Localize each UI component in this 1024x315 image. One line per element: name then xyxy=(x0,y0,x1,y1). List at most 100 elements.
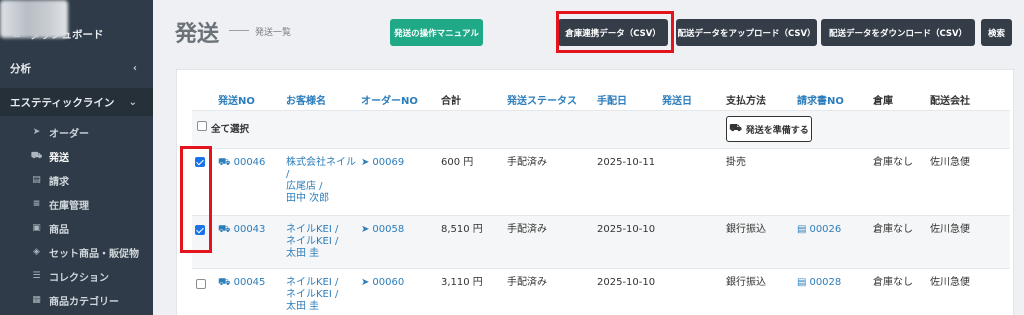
truck-icon: ⛟ xyxy=(218,224,231,235)
row-checkbox[interactable] xyxy=(196,279,206,289)
order-no-text: 00058 xyxy=(372,224,405,235)
customer-line: / xyxy=(286,169,290,180)
list-icon: ☰ xyxy=(32,271,41,281)
header-total: 合計 xyxy=(441,96,461,107)
sidebar-item-label: オーダー xyxy=(49,128,89,140)
page-title: 発送 xyxy=(175,22,220,47)
order-no-link[interactable]: ➤ 00060 xyxy=(361,277,404,289)
chevron-left-icon: ‹ xyxy=(132,62,137,74)
sidebar-item-order[interactable]: ➤ オーダー xyxy=(0,122,153,142)
payment-cell: 銀行振込 xyxy=(726,277,766,288)
status-cell: 手配済み xyxy=(507,157,547,168)
total-cell: 600 円 xyxy=(441,157,474,168)
sidebar-item-analysis[interactable]: 分析 ‹ xyxy=(0,60,153,76)
prepare-shipment-label: 発送を準備する xyxy=(745,125,809,136)
order-no-text: 00060 xyxy=(372,277,405,288)
select-all-row xyxy=(192,111,1010,148)
invoice-no-text: 00028 xyxy=(809,277,842,288)
arrange-date-cell: 2025-10-11 xyxy=(597,157,656,168)
order-no-link[interactable]: ➤ 00069 xyxy=(361,157,404,169)
ship-no-text: 00045 xyxy=(233,277,266,288)
carrier-cell: 佐川急便 xyxy=(930,157,970,168)
customer-link[interactable]: ネイルKEI / ネイルKEI / 太田 圭 xyxy=(286,277,338,313)
divider xyxy=(192,268,1010,269)
download-csv-button[interactable]: 配送データをダウンロード（CSV） xyxy=(821,19,975,46)
total-cell: 3,110 円 xyxy=(441,277,483,288)
warehouse-cell: 倉庫なし xyxy=(873,157,913,168)
ship-no-link[interactable]: ⛟ 00046 xyxy=(218,157,265,169)
category-icon: ▦ xyxy=(32,295,41,305)
invoice-no-text: 00026 xyxy=(809,224,842,235)
sidebar-item-products[interactable]: ▣ 商品 xyxy=(0,218,153,238)
status-cell: 手配済み xyxy=(507,224,547,235)
layers-icon: ◈ xyxy=(33,247,40,257)
manual-button[interactable]: 発送の操作マニュアル xyxy=(390,19,483,46)
sidebar-item-label: 発送 xyxy=(49,152,69,164)
header-customer[interactable]: お客様名 xyxy=(286,92,326,107)
ship-no-link[interactable]: ⛟ 00043 xyxy=(218,224,265,236)
header-ship-no[interactable]: 発送NO xyxy=(218,92,255,107)
sidebar-section-label: エステティックライン xyxy=(10,96,115,109)
header-invoice-no[interactable]: 請求書NO xyxy=(797,92,844,107)
ship-no-text: 00043 xyxy=(233,224,266,235)
customer-line: 広尾店 / xyxy=(286,181,323,192)
sidebar-item-set-products[interactable]: ◈ セット商品・販促物 xyxy=(0,242,153,262)
sidebar-item-label: セット商品・販促物 xyxy=(49,248,139,260)
prepare-shipment-button[interactable]: ⛟ 発送を準備する xyxy=(726,116,812,142)
sidebar-item-shipping[interactable]: ⛟ 発送 xyxy=(0,146,153,166)
sidebar-item-label: 商品カテゴリー xyxy=(49,296,119,308)
carrier-cell: 佐川急便 xyxy=(930,277,970,288)
header-payment: 支払方法 xyxy=(726,96,766,107)
sidebar-section-aesthetic-line[interactable]: エステティックライン ⌄ xyxy=(0,88,153,116)
customer-line: ネイルKEI / xyxy=(286,277,339,288)
order-no-link[interactable]: ➤ 00058 xyxy=(361,224,404,236)
title-divider xyxy=(229,30,249,31)
sidebar-item-billing[interactable]: ▤ 請求 xyxy=(0,170,153,190)
header-ship-date[interactable]: 発送日 xyxy=(662,92,692,107)
sidebar: ⌂ ダッシュボード 分析 ‹ エステティックライン ⌄ ➤ オーダー ⛟ 発送 … xyxy=(0,0,153,315)
customer-line: ネイルKEI / xyxy=(286,236,339,247)
divider xyxy=(192,148,1010,149)
payment-cell: 銀行振込 xyxy=(726,224,766,235)
sidebar-item-label: 在庫管理 xyxy=(49,200,89,212)
warehouse-cell: 倉庫なし xyxy=(873,277,913,288)
document-icon: ▤ xyxy=(797,277,807,288)
customer-line: ネイルKEI / xyxy=(286,224,339,235)
header-arrange-date[interactable]: 手配日 xyxy=(597,92,627,107)
box-icon: ▣ xyxy=(32,223,41,233)
select-all-checkbox[interactable] xyxy=(197,121,207,131)
page-subtitle: 発送一覧 xyxy=(255,28,292,38)
select-all-label: 全て選択 xyxy=(211,124,250,135)
paper-plane-icon: ➤ xyxy=(32,127,41,137)
upload-csv-button[interactable]: 配送データをアップロード（CSV） xyxy=(676,19,817,46)
truck-icon: ⛟ xyxy=(218,157,231,168)
customer-link[interactable]: ネイルKEI / ネイルKEI / 太田 圭 xyxy=(286,224,338,260)
header-warehouse: 倉庫 xyxy=(873,96,893,107)
customer-line: ネイルKEI / xyxy=(286,289,339,300)
header-status[interactable]: 発送ステータス xyxy=(507,92,577,107)
blurred-button[interactable] xyxy=(0,0,68,38)
customer-link[interactable]: 株式会社ネイル / 広尾店 / 田中 次郎 xyxy=(286,157,356,205)
highlight-box-csv xyxy=(556,11,674,53)
sidebar-item-collections[interactable]: ☰ コレクション xyxy=(0,266,153,286)
payment-cell: 掛売 xyxy=(726,157,746,168)
customer-line: 太田 圭 xyxy=(286,248,320,259)
invoice-no-link[interactable]: ▤ 00028 xyxy=(797,277,841,289)
sidebar-item-label: 分析 xyxy=(10,62,31,75)
customer-line: 株式会社ネイル xyxy=(286,157,356,168)
invoice-no-link[interactable]: ▤ 00026 xyxy=(797,224,841,236)
customer-line: 太田 圭 xyxy=(286,301,320,312)
paper-plane-icon: ➤ xyxy=(361,224,370,235)
ship-no-text: 00046 xyxy=(233,157,266,168)
ship-no-link[interactable]: ⛟ 00045 xyxy=(218,277,265,289)
total-cell: 8,510 円 xyxy=(441,224,483,235)
paper-plane-icon: ➤ xyxy=(361,277,370,288)
sidebar-item-inventory[interactable]: ≡ 在庫管理 xyxy=(0,194,153,214)
database-icon: ≡ xyxy=(32,199,41,209)
header-carrier: 配送会社 xyxy=(930,96,970,107)
search-button[interactable]: 検索 xyxy=(981,19,1012,46)
sidebar-item-label: 請求 xyxy=(49,176,69,188)
header-order-no[interactable]: オーダーNO xyxy=(361,92,418,107)
sidebar-item-categories[interactable]: ▦ 商品カテゴリー xyxy=(0,290,153,310)
order-no-text: 00069 xyxy=(372,157,405,168)
